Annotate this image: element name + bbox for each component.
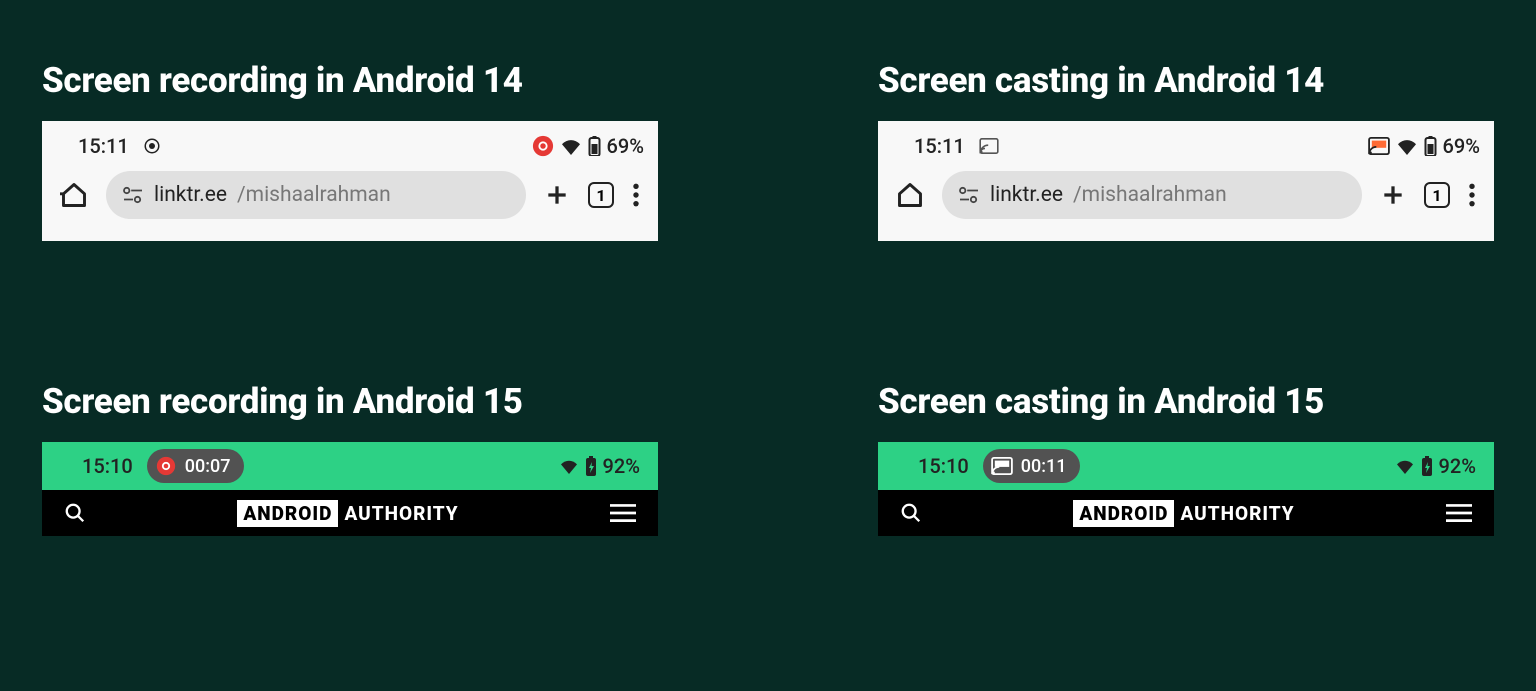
recording-chip[interactable]: 00:07 [147,449,245,483]
tab-count[interactable]: 1 [588,182,614,208]
battery-icon [585,456,597,476]
home-icon[interactable] [896,181,924,209]
status-time: 15:10 [82,454,133,478]
url-path: /mishaalrahman [237,183,391,207]
status-bar: 15:10 00:11 92% [878,442,1494,490]
status-bar: 15:10 00:07 92% [42,442,658,490]
status-time: 15:11 [914,134,965,158]
wifi-icon [1396,137,1418,155]
logo-word-1: ANDROID [237,500,338,527]
status-time: 15:11 [78,134,129,158]
tab-count[interactable]: 1 [1424,182,1450,208]
cast-badge-icon [1368,137,1390,155]
browser-toolbar: linktr.ee/mishaalrahman 1 [42,163,658,219]
battery-percent: 92% [1439,454,1476,478]
recording-duration: 00:07 [185,456,231,477]
url-domain: linktr.ee [154,183,227,207]
battery-icon [588,136,601,156]
home-icon[interactable] [60,181,88,209]
site-logo[interactable]: ANDROID AUTHORITY [237,500,458,527]
url-path: /mishaalrahman [1073,183,1227,207]
browser-toolbar: linktr.ee/mishaalrahman 1 [878,163,1494,219]
site-header: ANDROID AUTHORITY [878,490,1494,536]
casting-chip[interactable]: 00:11 [983,449,1081,483]
logo-word-2: AUTHORITY [344,502,458,525]
panel-recording-14: Screen recording in Android 14 15:11 [42,60,658,241]
url-bar[interactable]: linktr.ee/mishaalrahman [942,171,1362,219]
site-header: ANDROID AUTHORITY [42,490,658,536]
site-settings-icon[interactable] [122,186,144,204]
panel-casting-15: Screen casting in Android 15 15:10 00:11… [878,381,1494,536]
hamburger-menu-icon[interactable] [1446,503,1472,523]
more-menu-icon[interactable] [632,182,640,208]
panel-casting-14: Screen casting in Android 14 15:11 [878,60,1494,241]
browser-card: 15:11 69% [878,121,1494,241]
record-indicator-icon [143,137,161,155]
site-settings-icon[interactable] [958,186,980,204]
logo-word-1: ANDROID [1073,500,1174,527]
hamburger-menu-icon[interactable] [610,503,636,523]
new-tab-icon[interactable] [544,182,570,208]
cast-indicator-icon [979,138,999,154]
battery-percent: 69% [607,134,644,158]
wifi-icon [560,137,582,155]
logo-word-2: AUTHORITY [1180,502,1294,525]
search-icon[interactable] [64,502,86,524]
panel-title: Screen recording in Android 14 [42,60,658,101]
cast-icon [991,457,1013,475]
wifi-icon [1395,458,1415,474]
status-time: 15:10 [918,454,969,478]
panel-title: Screen casting in Android 14 [878,60,1494,101]
site-logo[interactable]: ANDROID AUTHORITY [1073,500,1294,527]
casting-duration: 00:11 [1021,456,1067,477]
new-tab-icon[interactable] [1380,182,1406,208]
url-bar[interactable]: linktr.ee/mishaalrahman [106,171,526,219]
more-menu-icon[interactable] [1468,182,1476,208]
url-domain: linktr.ee [990,183,1063,207]
panel-title: Screen casting in Android 15 [878,381,1494,422]
browser-card: 15:11 69% [42,121,658,241]
battery-icon [1421,456,1433,476]
wifi-icon [559,458,579,474]
battery-percent: 92% [603,454,640,478]
panel-title: Screen recording in Android 15 [42,381,658,422]
battery-percent: 69% [1443,134,1480,158]
panel-recording-15: Screen recording in Android 15 15:10 00:… [42,381,658,536]
record-icon [155,455,177,477]
search-icon[interactable] [900,502,922,524]
battery-icon [1424,136,1437,156]
status-bar: 15:11 69% [878,121,1494,163]
status-bar: 15:11 69% [42,121,658,163]
record-badge-icon [532,135,554,157]
